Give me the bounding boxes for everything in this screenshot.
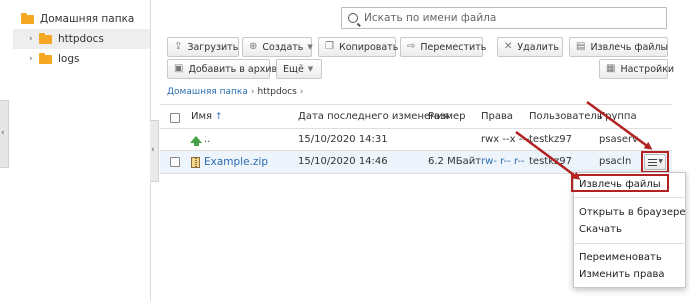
create-button-label: Создать: [262, 41, 304, 53]
file-group: psaserv: [599, 134, 639, 145]
menu-separator: [574, 197, 687, 198]
extract-item-highlight: [571, 174, 669, 192]
chevron-down-icon: ▼: [307, 43, 313, 51]
add-to-archive-button-label: Добавить в архив: [188, 63, 278, 75]
tree-item-home[interactable]: Домашняя папка: [21, 9, 134, 29]
file-modified: 15/10/2020 14:46: [298, 156, 388, 167]
move-icon: ⇨: [407, 41, 416, 52]
search-box: [341, 7, 667, 29]
copy-button[interactable]: ❐ Копировать: [318, 37, 399, 57]
move-button-label: Переместить: [420, 41, 487, 53]
parent-directory-icon: [190, 136, 202, 146]
breadcrumb-current: httpdocs: [257, 87, 297, 97]
breadcrumb-separator: ›: [299, 87, 304, 97]
settings-button-label: Настройки: [620, 63, 675, 75]
file-perms: rwx --x ---: [481, 134, 530, 145]
delete-button-label: Удалить: [517, 41, 559, 53]
zip-file-icon: [191, 157, 200, 168]
file-group: psacln: [599, 156, 632, 167]
menu-item-rename[interactable]: Переименовать: [579, 252, 662, 263]
more-button[interactable]: Ещё ▼: [276, 59, 322, 79]
move-button[interactable]: ⇨ Переместить: [400, 37, 487, 57]
delete-button[interactable]: ✕ Удалить: [497, 37, 563, 57]
settings-icon: ▦: [606, 63, 616, 74]
breadcrumb: Домашняя папка › httpdocs ›: [167, 87, 306, 97]
file-modified: 15/10/2020 14:31: [298, 134, 388, 145]
menu-item-change-permissions[interactable]: Изменить права: [579, 269, 664, 280]
folder-icon: [39, 52, 52, 64]
breadcrumb-separator: ›: [250, 87, 255, 97]
extract-button[interactable]: ▤ Извлечь файлы: [569, 37, 668, 57]
menu-separator: [574, 243, 687, 244]
extract-icon: ▤: [576, 41, 586, 52]
tree-item-label: logs: [58, 53, 80, 65]
table-top-border: [160, 104, 672, 105]
menu-item-download[interactable]: Скачать: [579, 224, 622, 235]
tree-item-logs[interactable]: › logs: [29, 49, 79, 69]
left-collapse-handle[interactable]: ‹: [0, 100, 9, 168]
folder-tree: Домашняя папка › httpdocs › logs: [9, 0, 150, 301]
chevron-left-icon: ‹: [151, 145, 155, 155]
file-size: 6.2 МБайт: [428, 156, 482, 167]
archive-icon: ▣: [174, 63, 184, 74]
column-header-group[interactable]: Группа: [599, 111, 637, 122]
column-header-size[interactable]: Размер: [428, 111, 466, 122]
select-all-checkbox[interactable]: [170, 113, 180, 123]
file-perms-link[interactable]: rw- r-- r--: [481, 156, 525, 167]
settings-button[interactable]: ▦ Настройки: [599, 59, 674, 79]
sort-ascending-icon: ↑: [215, 112, 223, 122]
column-header-modified[interactable]: Дата последнего изменения: [298, 111, 449, 122]
tree-item-label: Домашняя папка: [40, 13, 135, 25]
file-user: testkz97: [529, 134, 572, 145]
chevron-right-icon[interactable]: ›: [29, 54, 39, 64]
more-button-label: Ещё: [283, 63, 304, 75]
chevron-right-icon[interactable]: ›: [29, 34, 39, 44]
extract-button-label: Извлечь файлы: [590, 41, 669, 53]
add-to-archive-button[interactable]: ▣ Добавить в архив: [167, 59, 277, 79]
tree-collapse-handle[interactable]: ‹: [150, 120, 159, 182]
delete-icon: ✕: [504, 41, 513, 52]
file-name[interactable]: ..: [204, 134, 210, 145]
folder-icon: [39, 32, 52, 44]
copy-icon: ❐: [325, 41, 334, 52]
tree-item-label: httpdocs: [58, 33, 104, 45]
tree-item-httpdocs[interactable]: › httpdocs: [13, 29, 150, 49]
column-header-user[interactable]: Пользователь: [529, 111, 603, 122]
breadcrumb-home-link[interactable]: Домашняя папка: [167, 87, 248, 97]
upload-button-label: Загрузить: [187, 41, 239, 53]
menu-item-open-in-browser[interactable]: Открыть в браузере: [579, 207, 685, 218]
chevron-left-icon: ‹: [1, 128, 5, 138]
column-header-name[interactable]: Имя ↑: [191, 111, 223, 122]
column-header-perms[interactable]: Права: [481, 111, 513, 122]
folder-icon: [21, 12, 34, 24]
create-button[interactable]: ⊕ Создать ▼: [242, 37, 313, 57]
chevron-down-icon: ▼: [307, 65, 314, 73]
search-icon: [348, 13, 358, 23]
file-name-link[interactable]: Example.zip: [204, 156, 268, 168]
upload-button[interactable]: ⇪ Загрузить: [167, 37, 239, 57]
plus-icon: ⊕: [249, 41, 258, 52]
menu-button-highlight: [641, 151, 669, 173]
file-user: testkz97: [529, 156, 572, 167]
column-header-label: Имя: [191, 111, 213, 122]
upload-icon: ⇪: [174, 41, 183, 52]
search-input[interactable]: [364, 12, 654, 24]
row-checkbox[interactable]: [170, 157, 180, 167]
copy-button-label: Копировать: [338, 41, 399, 53]
table-header-border: [160, 128, 672, 129]
